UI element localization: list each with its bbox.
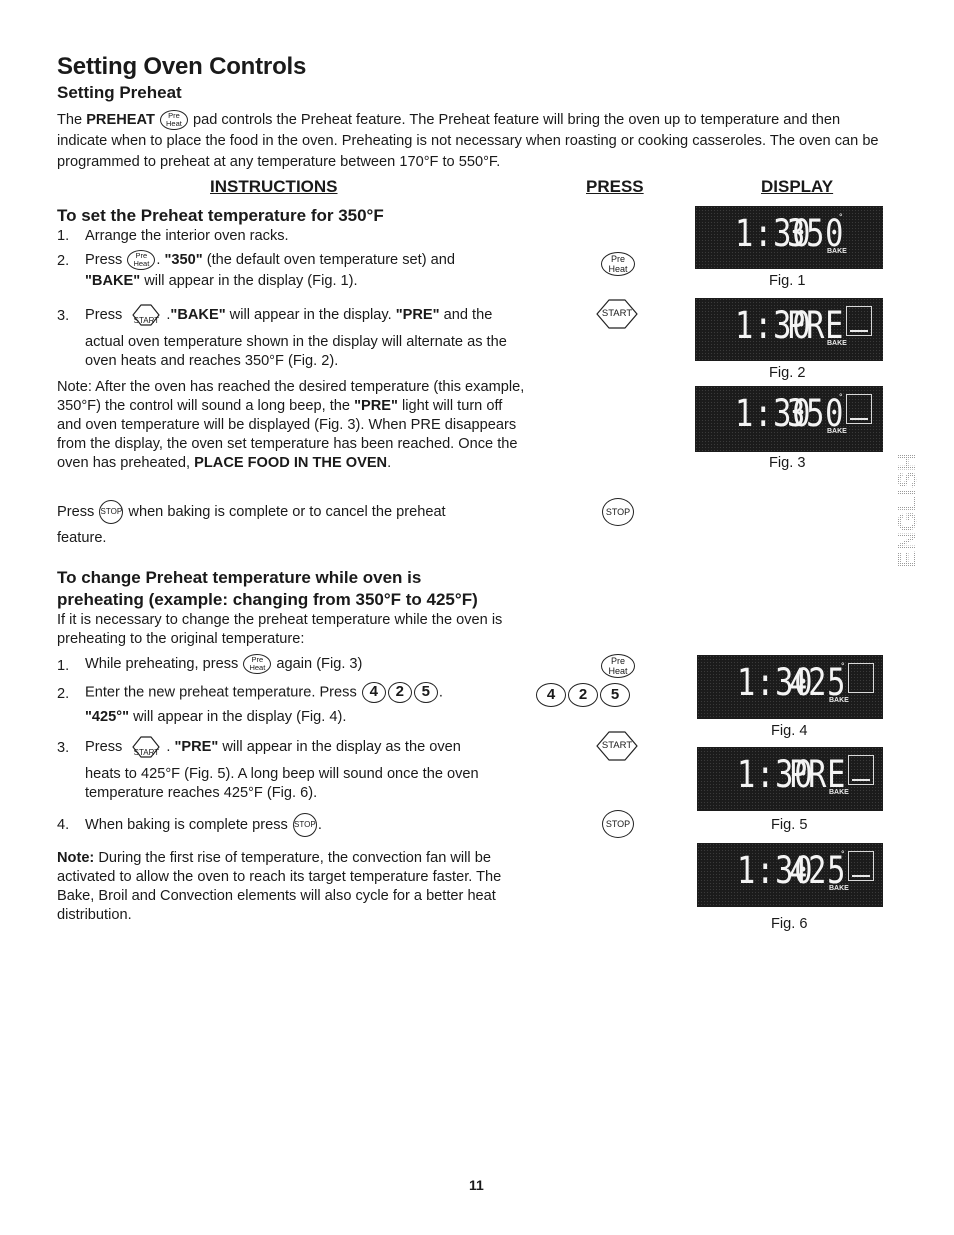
display-mode-label: BAKE — [829, 697, 849, 704]
display-mode-label: BAKE — [827, 340, 847, 347]
oven-display-fig2: 1:30 PRE BAKE — [695, 298, 883, 361]
start-key-icon: START — [127, 304, 165, 326]
digit-5-key-icon: 5 — [413, 682, 438, 703]
section1-heading: To set the Preheat temperature for 350°F — [57, 206, 384, 225]
display-mode-label: BAKE — [829, 789, 849, 796]
digit-keys: 425 — [535, 683, 631, 707]
preheat-key-icon: Pre Heat — [159, 110, 188, 131]
figure-caption: Fig. 1 — [769, 273, 806, 289]
stop-instruction-cont: feature. — [57, 530, 107, 546]
figure-caption: Fig. 5 — [771, 817, 808, 833]
display-mode-label: BAKE — [829, 885, 849, 892]
step-continuation: heats to 425°F (Fig. 5). A long beep wil… — [85, 766, 479, 801]
step-text: While preheating, press Pre Heat again (F… — [85, 654, 363, 675]
step-continuation: "425°" will appear in the display (Fig. … — [85, 709, 347, 725]
intro-paragraph: The PREHEAT Pre Heat pad controls the Pre… — [57, 110, 892, 173]
figure-caption: Fig. 4 — [771, 723, 808, 739]
note-paragraph: Note: After the oven has reached the des… — [57, 379, 525, 471]
start-key: START — [594, 731, 640, 761]
step-text: When baking is complete press STOP. — [85, 813, 322, 837]
section2-heading-line2: preheating (example: changing from 350°F… — [57, 590, 478, 609]
figure-caption: Fig. 6 — [771, 916, 808, 932]
display-mode-label: BAKE — [827, 428, 847, 435]
stop-key: STOP — [602, 810, 634, 838]
degree-symbol: ° — [841, 849, 845, 859]
step-number: 2. — [57, 686, 70, 702]
digit-2-key: 2 — [568, 683, 598, 707]
start-key: START — [594, 299, 640, 329]
step-number: 3. — [57, 308, 70, 324]
oven-display-fig3: 1:30 350 ° BAKE — [695, 386, 883, 452]
step-number: 4. — [57, 817, 70, 833]
oven-display-fig4: 1:30 425 ° BAKE — [697, 655, 883, 719]
page-number: 11 — [469, 1177, 484, 1193]
oven-display-fig1: 1:30 350 ° BAKE — [695, 206, 883, 269]
digit-5-key: 5 — [600, 683, 630, 707]
side-tab-english: ENGLISH — [888, 452, 924, 570]
preheat-key: Pre Heat — [601, 654, 635, 678]
section2-heading-line1: To change Preheat temperature while oven… — [57, 568, 422, 587]
oven-indicator-icon — [848, 851, 874, 881]
step-number: 2. — [57, 253, 70, 269]
section2-intro: If it is necessary to change the preheat… — [57, 612, 503, 647]
oven-indicator-icon — [846, 306, 872, 336]
step-text: Press START ."BAKE" will appear in the di… — [85, 304, 525, 326]
preheat-key: Pre Heat — [601, 252, 635, 276]
step-text: Press START. "PRE" will appear in the di… — [85, 736, 525, 758]
stop-key: STOP — [602, 498, 634, 526]
column-header-press: PRESS — [586, 177, 644, 196]
start-key-icon: START — [127, 736, 165, 758]
digit-4-key-icon: 4 — [361, 682, 386, 703]
figure-caption: Fig. 2 — [769, 365, 806, 381]
stop-key-icon: STOP — [292, 813, 317, 837]
step-number: 1. — [57, 228, 70, 244]
degree-symbol: ° — [839, 392, 843, 402]
intro-bold: PREHEAT — [86, 112, 155, 128]
intro-text: The — [57, 112, 87, 128]
step-text: Enter the new preheat temperature. Press… — [85, 682, 525, 703]
step-text: Press Pre Heat. "350" (the default oven t… — [85, 250, 455, 289]
column-header-instructions: INSTRUCTIONS — [210, 177, 338, 196]
column-header-display: DISPLAY — [761, 177, 834, 196]
oven-display-fig6: 1:30 425 ° BAKE — [697, 843, 883, 907]
stop-instruction: Press STOP when baking is complete or to… — [57, 500, 527, 524]
oven-indicator-icon — [848, 663, 874, 693]
oven-indicator-icon — [846, 394, 872, 424]
oven-display-fig5: 1:30 PRE BAKE — [697, 747, 883, 811]
figure-caption: Fig. 3 — [769, 455, 806, 471]
section-subtitle: Setting Preheat — [57, 83, 182, 102]
step-text: Arrange the interior oven racks. — [85, 228, 289, 244]
display-mode-label: BAKE — [827, 248, 847, 255]
preheat-key-icon: Pre Heat — [127, 250, 156, 271]
digit-4-key: 4 — [536, 683, 566, 707]
stop-key-icon: STOP — [99, 500, 124, 524]
page-title: Setting Oven Controls — [57, 53, 307, 80]
digit-2-key-icon: 2 — [387, 682, 412, 703]
section2-note: Note: During the first rise of temperatu… — [57, 850, 502, 923]
degree-symbol: ° — [841, 661, 845, 671]
degree-symbol: ° — [839, 212, 843, 222]
step-number: 1. — [57, 658, 70, 674]
side-tab-text: ENGLISH — [892, 452, 922, 568]
oven-indicator-icon — [848, 755, 874, 785]
step-number: 3. — [57, 740, 70, 756]
preheat-key-icon: Pre Heat — [243, 654, 272, 675]
step-continuation: actual oven temperature shown in the dis… — [85, 334, 507, 369]
